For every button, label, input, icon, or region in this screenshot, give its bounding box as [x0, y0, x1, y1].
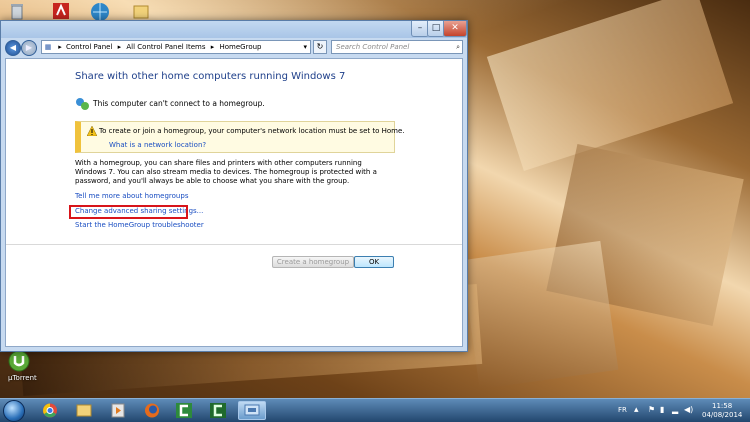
control-panel-icon: [244, 404, 260, 416]
address-bar[interactable]: ▦ ▸ Control Panel ▸ All Control Panel It…: [41, 40, 311, 54]
refresh-button[interactable]: ↻: [313, 40, 327, 54]
network-icon[interactable]: ▮: [660, 405, 664, 414]
search-input[interactable]: Search Control Panel ⌕: [331, 40, 463, 54]
back-button[interactable]: ◀: [5, 40, 21, 56]
firefox-icon: [145, 403, 159, 418]
recycle-bin-icon[interactable]: [8, 2, 32, 22]
search-placeholder: Search Control Panel: [336, 43, 410, 51]
media-player-icon: [111, 403, 125, 418]
content-pane: Share with other home computers running …: [5, 58, 463, 347]
highlight-annotation: [69, 205, 188, 219]
tray-expand-icon[interactable]: ▴: [634, 405, 639, 415]
utorrent-icon[interactable]: [8, 350, 32, 372]
network-signal-icon[interactable]: ▂: [672, 405, 678, 414]
description-text: With a homegroup, you can share files an…: [75, 159, 377, 185]
wallpaper-shard: [461, 240, 619, 390]
taskbar: FR ▴ ⚑ ▮ ▂ ◀) 11:58 04/08/2014: [0, 398, 750, 422]
warning-text: To create or join a homegroup, your comp…: [99, 127, 405, 135]
forward-button[interactable]: ▶: [21, 40, 37, 56]
tell-me-more-link[interactable]: Tell me more about homegroups: [75, 192, 188, 200]
taskbar-firefox[interactable]: [138, 401, 166, 420]
volume-icon[interactable]: ◀): [684, 405, 693, 414]
control-panel-icon: ▦: [44, 43, 52, 51]
folder-icon[interactable]: [132, 2, 156, 22]
camtasia-icon: [176, 403, 192, 418]
navigation-bar: ◀ ▶ ▦ ▸ Control Panel ▸ All Control Pane…: [1, 38, 467, 57]
separator: [6, 244, 462, 245]
homegroup-icon: [76, 98, 89, 110]
clock-date[interactable]: 04/08/2014: [702, 411, 742, 419]
pdf-app-icon[interactable]: [52, 2, 76, 22]
breadcrumb-homegroup[interactable]: HomeGroup: [220, 41, 262, 53]
create-homegroup-button[interactable]: Create a homegroup: [272, 256, 354, 268]
taskbar-media-player[interactable]: [104, 401, 132, 420]
taskbar-control-panel[interactable]: [238, 401, 266, 420]
taskbar-chrome[interactable]: [36, 401, 64, 420]
network-location-link[interactable]: What is a network location?: [109, 141, 206, 149]
start-button[interactable]: [3, 400, 25, 422]
breadcrumb-control-panel[interactable]: Control Panel: [66, 41, 112, 53]
language-indicator[interactable]: FR: [618, 406, 627, 414]
flag-icon[interactable]: ⚑: [648, 405, 655, 414]
page-title: Share with other home computers running …: [75, 71, 346, 82]
chrome-icon: [43, 403, 57, 418]
titlebar[interactable]: – □ ✕: [1, 21, 467, 38]
taskbar-camtasia-recorder[interactable]: [204, 401, 232, 420]
warning-icon: [87, 126, 97, 136]
address-dropdown-icon[interactable]: ▾: [303, 41, 307, 53]
taskbar-camtasia[interactable]: [170, 401, 198, 420]
refresh-icon: ↻: [316, 42, 324, 51]
globe-app-icon[interactable]: [90, 2, 114, 22]
close-button[interactable]: ✕: [443, 21, 467, 37]
troubleshooter-link[interactable]: Start the HomeGroup troubleshooter: [75, 221, 204, 229]
taskbar-explorer[interactable]: [70, 401, 98, 420]
breadcrumb-all-items[interactable]: All Control Panel Items: [126, 41, 205, 53]
camtasia-recorder-icon: [210, 403, 226, 418]
address-separator: ▸: [58, 43, 62, 51]
folder-icon: [76, 404, 92, 417]
address-separator: ▸: [210, 43, 215, 51]
status-row: This computer can't connect to a homegro…: [75, 97, 265, 111]
utorrent-label: µTorrent: [8, 374, 37, 382]
ok-button[interactable]: OK: [354, 256, 394, 268]
warning-box: To create or join a homegroup, your comp…: [75, 121, 405, 153]
status-text: This computer can't connect to a homegro…: [93, 99, 265, 108]
homegroup-window: – □ ✕ ◀ ▶ ▦ ▸ Control Panel ▸ All Contro…: [0, 20, 468, 352]
search-icon[interactable]: ⌕: [456, 41, 460, 53]
clock-time[interactable]: 11:58: [712, 402, 732, 410]
address-separator: ▸: [117, 43, 122, 51]
